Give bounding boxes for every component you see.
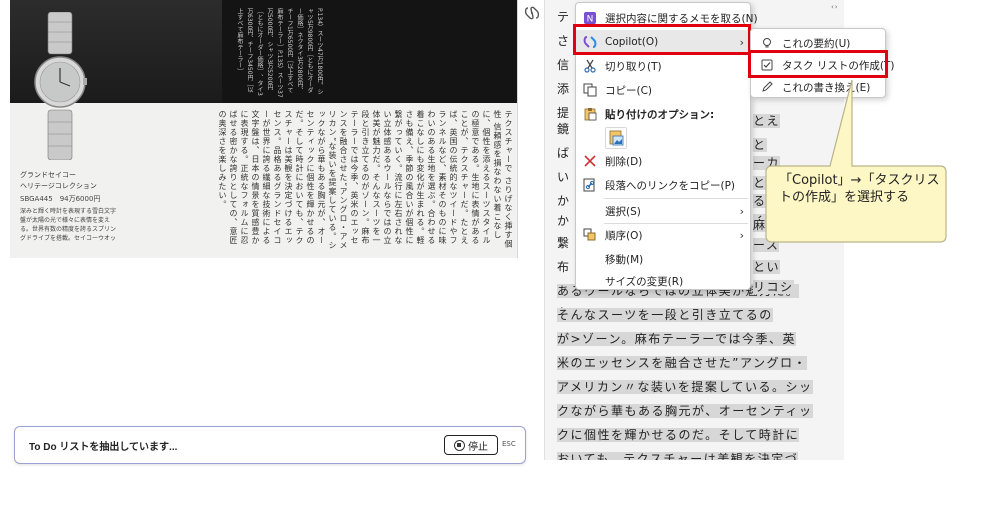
doc-line: 信 bbox=[557, 58, 571, 72]
doc-line: い bbox=[557, 170, 571, 184]
watch-caption-desc: 深みと輝く時計を表現する雪白文字盤が太陽の光で様々に表情を変える。世界有数の精度… bbox=[20, 208, 117, 242]
onenote-icon: N bbox=[583, 11, 597, 25]
doc-line: 添 bbox=[557, 82, 571, 96]
doc-line-fragment: リコシ bbox=[753, 280, 794, 294]
article-body-text: テクスチャーで さりげなく挿す個性 信頼感を損なわない着こなしに、個性を添えるス… bbox=[218, 110, 513, 251]
doc-line-fragment: とえ bbox=[753, 114, 781, 128]
doc-line: そんなスーツを一段と引き立てるの bbox=[557, 308, 773, 322]
watch-caption-name: グランドセイコー ヘリテージコレクション bbox=[20, 171, 97, 190]
paste-as-picture-option[interactable] bbox=[605, 127, 627, 149]
menu-item-copy-paragraph-link[interactable]: 段落へのリンクをコピー(P) bbox=[576, 173, 752, 197]
scissors-icon bbox=[583, 59, 597, 73]
doc-line: 布 bbox=[557, 260, 571, 274]
doc-line: クながら華もある胸元が、オーセンティッ bbox=[557, 404, 813, 418]
watch-image bbox=[34, 12, 87, 160]
doc-line: おいても、テクスチャーは美観を決定づ bbox=[557, 448, 799, 460]
doc-line-fragment: ーカ bbox=[753, 156, 781, 170]
todo-progress-label: To Do リストを抽出しています... bbox=[29, 442, 178, 453]
doc-line: さ bbox=[557, 34, 571, 48]
menu-item-resize[interactable]: サイズの変更(R) bbox=[576, 269, 752, 293]
copilot-icon[interactable] bbox=[524, 6, 540, 20]
doc-line: クに個性を輝かせるのだ。そして時計に bbox=[557, 428, 800, 442]
scanned-page-image: P.134）スーツ47万1800円、シャツ5万9800円［ともにオーダー価格］ネ… bbox=[10, 0, 518, 258]
pencil-icon bbox=[761, 81, 773, 93]
doc-line: が>ゾーン。麻布テーラーでは今季、英 bbox=[557, 332, 797, 346]
doc-line-fragment: るか bbox=[753, 194, 781, 208]
menu-item-order[interactable]: 順序(O) › bbox=[576, 223, 752, 247]
menu-item-delete[interactable]: 削除(D) bbox=[576, 149, 752, 173]
doc-line-fragment: ース bbox=[753, 238, 780, 252]
esc-hint: ESC bbox=[502, 440, 516, 448]
delete-icon bbox=[583, 154, 597, 168]
stop-button[interactable]: 停止 bbox=[444, 435, 498, 455]
doc-line: 鏡 bbox=[557, 122, 571, 136]
paste-picture-icon bbox=[609, 130, 624, 146]
doc-line-fragment: 麻 bbox=[753, 218, 767, 232]
watch-caption-model: SBGA445 94万6000円 bbox=[20, 195, 101, 203]
order-icon bbox=[583, 228, 597, 242]
copy-icon bbox=[583, 83, 597, 97]
task-list-highlight-box bbox=[748, 50, 888, 78]
doc-line: 繋 bbox=[557, 236, 571, 250]
screenshot-root: P.134）スーツ47万1800円、シャツ5万9800円［ともにオーダー価格］ネ… bbox=[0, 0, 1000, 508]
doc-line: アメリカン〃な装いを提案している。シッ bbox=[557, 380, 813, 394]
menu-item-paste-options: 貼り付けのオプション: bbox=[576, 102, 752, 126]
stop-button-label: 停止 bbox=[468, 441, 488, 453]
copilot-highlight-box bbox=[573, 24, 751, 55]
doc-line: か bbox=[557, 194, 571, 208]
doc-line: か bbox=[557, 214, 571, 228]
chevron-right-icon: › bbox=[739, 228, 744, 242]
menu-item-copy[interactable]: コピー(C) bbox=[576, 78, 752, 102]
lightbulb-icon bbox=[761, 37, 773, 49]
stop-icon bbox=[454, 439, 465, 451]
paste-icon bbox=[583, 107, 597, 121]
link-icon bbox=[583, 178, 597, 192]
menu-item-cut[interactable]: 切り取り(T) bbox=[576, 54, 752, 78]
product-spec-text: P.134）スーツ47万1800円、シャツ5万9800円［ともにオーダー価格］ネ… bbox=[236, 8, 323, 98]
callout-text: 「Copilot」→「タスクリストの作成」を選択する bbox=[779, 173, 940, 205]
doc-line: 米のエッセンスを融合させた”アングロ・ bbox=[557, 356, 807, 370]
doc-line: ば bbox=[557, 146, 571, 160]
panel-resize-handle[interactable]: ‹› bbox=[831, 3, 839, 11]
doc-line: テ bbox=[557, 10, 571, 24]
watch-caption: グランドセイコー ヘリテージコレクション SBGA445 94万6000円 深み… bbox=[20, 170, 120, 243]
chevron-right-icon: › bbox=[739, 204, 744, 218]
copilot-progress-bar: To Do リストを抽出しています... 停止 ESC bbox=[14, 426, 526, 464]
menu-item-select[interactable]: 選択(S) › bbox=[576, 199, 752, 223]
doc-line-fragment: とい bbox=[753, 260, 781, 274]
svg-text:N: N bbox=[587, 15, 594, 25]
submenu-item-rewrite[interactable]: これの書き換え(E) bbox=[751, 76, 887, 98]
menu-item-move[interactable]: 移動(M) bbox=[576, 247, 752, 271]
